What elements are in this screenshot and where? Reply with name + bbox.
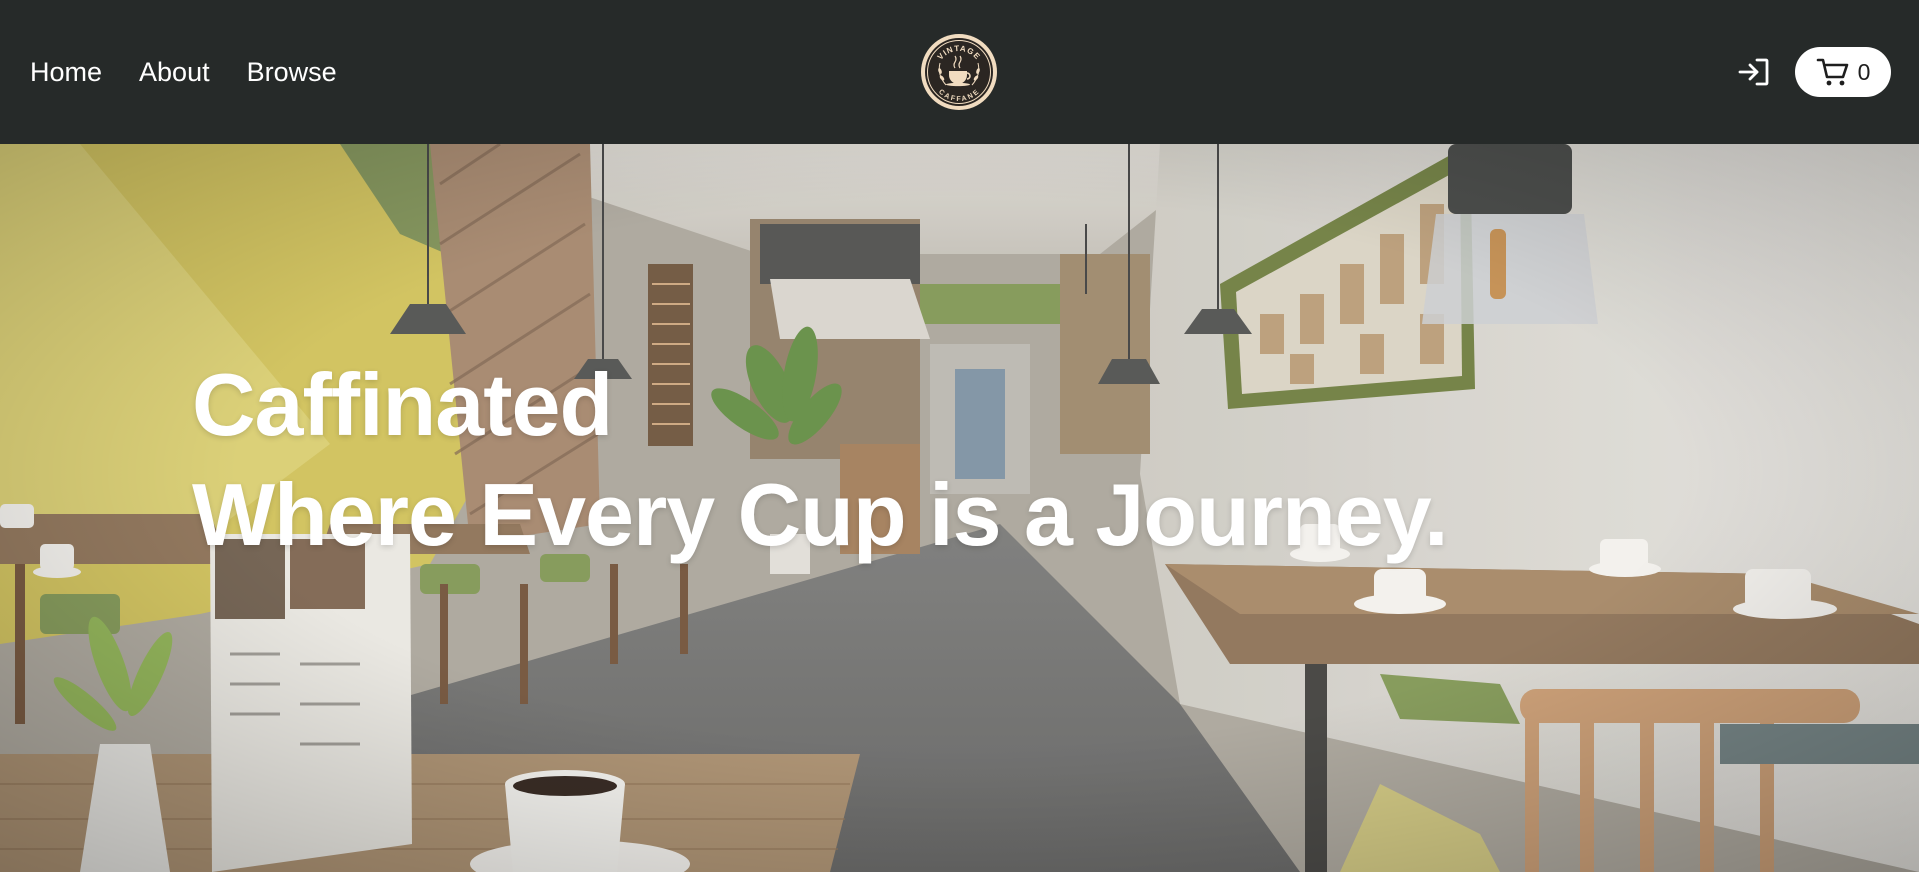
hero-heading: Caffinated Where Every Cup is a Journey. (192, 350, 1449, 570)
cart-count: 0 (1857, 58, 1871, 85)
coffee-cup-icon: VINTAGE CAFFANE (921, 34, 997, 110)
navbar: Home About Browse VINTAGE CAFFANE 0 (0, 0, 1919, 144)
cart-button[interactable]: 0 (1795, 47, 1891, 97)
cart-icon (1816, 58, 1848, 86)
hero-title: Caffinated (192, 355, 613, 454)
hero-tagline: Where Every Cup is a Journey. (192, 465, 1449, 564)
nav-link-about[interactable]: About (139, 56, 210, 88)
nav-link-browse[interactable]: Browse (247, 56, 337, 88)
login-button[interactable] (1737, 56, 1771, 88)
hero-section: Caffinated Where Every Cup is a Journey. (0, 144, 1919, 872)
nav-link-home[interactable]: Home (30, 56, 102, 88)
brand-logo[interactable]: VINTAGE CAFFANE (920, 33, 998, 111)
login-icon (1738, 58, 1769, 86)
main-nav: Home About Browse (30, 56, 337, 88)
